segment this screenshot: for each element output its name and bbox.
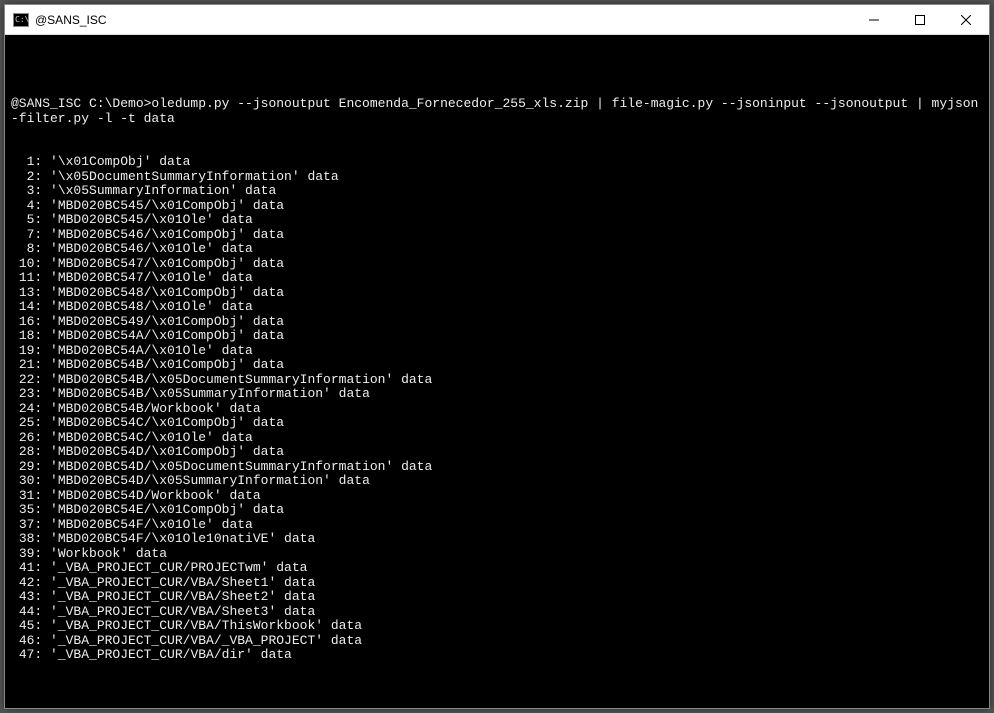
output-row: 41: '_VBA_PROJECT_CUR/PROJECTwm' data: [11, 561, 983, 576]
maximize-icon: [915, 15, 925, 25]
window-controls: [851, 5, 989, 35]
output-row: 1: '\x01CompObj' data: [11, 155, 983, 170]
title-left: C:\ @SANS_ISC: [5, 13, 851, 27]
output-row: 10: 'MBD020BC547/\x01CompObj' data: [11, 257, 983, 272]
output-row: 13: 'MBD020BC548/\x01CompObj' data: [11, 286, 983, 301]
output-row: 44: '_VBA_PROJECT_CUR/VBA/Sheet3' data: [11, 605, 983, 620]
output-row: 39: 'Workbook' data: [11, 547, 983, 562]
output-row: 37: 'MBD020BC54F/\x01Ole' data: [11, 518, 983, 533]
output-row: 2: '\x05DocumentSummaryInformation' data: [11, 170, 983, 185]
output-row: 35: 'MBD020BC54E/\x01CompObj' data: [11, 503, 983, 518]
minimize-button[interactable]: [851, 5, 897, 35]
output-row: 29: 'MBD020BC54D/\x05DocumentSummaryInfo…: [11, 460, 983, 475]
command-line: @SANS_ISC C:\Demo>oledump.py --jsonoutpu…: [11, 97, 983, 126]
cmd-icon: C:\: [13, 13, 29, 27]
output-row: 42: '_VBA_PROJECT_CUR/VBA/Sheet1' data: [11, 576, 983, 591]
close-button[interactable]: [943, 5, 989, 35]
output-row: 46: '_VBA_PROJECT_CUR/VBA/_VBA_PROJECT' …: [11, 634, 983, 649]
minimize-icon: [869, 15, 879, 25]
output-row: 18: 'MBD020BC54A/\x01CompObj' data: [11, 329, 983, 344]
output-row: 4: 'MBD020BC545/\x01CompObj' data: [11, 199, 983, 214]
output-row: 47: '_VBA_PROJECT_CUR/VBA/dir' data: [11, 648, 983, 663]
output-row: 14: 'MBD020BC548/\x01Ole' data: [11, 300, 983, 315]
terminal-window: C:\ @SANS_ISC @SANS_ISC C:\Demo>oledump.…: [4, 4, 990, 709]
output-row: 7: 'MBD020BC546/\x01CompObj' data: [11, 228, 983, 243]
output-row: 16: 'MBD020BC549/\x01CompObj' data: [11, 315, 983, 330]
output-row: 45: '_VBA_PROJECT_CUR/VBA/ThisWorkbook' …: [11, 619, 983, 634]
output-row: 8: 'MBD020BC546/\x01Ole' data: [11, 242, 983, 257]
output-row: 22: 'MBD020BC54B/\x05DocumentSummaryInfo…: [11, 373, 983, 388]
output-row: 5: 'MBD020BC545/\x01Ole' data: [11, 213, 983, 228]
output-row: 26: 'MBD020BC54C/\x01Ole' data: [11, 431, 983, 446]
output-row: 3: '\x05SummaryInformation' data: [11, 184, 983, 199]
output-row: 11: 'MBD020BC547/\x01Ole' data: [11, 271, 983, 286]
close-icon: [961, 15, 971, 25]
titlebar[interactable]: C:\ @SANS_ISC: [5, 5, 989, 35]
output-row: 43: '_VBA_PROJECT_CUR/VBA/Sheet2' data: [11, 590, 983, 605]
terminal-body[interactable]: @SANS_ISC C:\Demo>oledump.py --jsonoutpu…: [5, 35, 989, 708]
window-title: @SANS_ISC: [35, 13, 107, 27]
output-row: 24: 'MBD020BC54B/Workbook' data: [11, 402, 983, 417]
output-row: 28: 'MBD020BC54D/\x01CompObj' data: [11, 445, 983, 460]
output-rows: 1: '\x01CompObj' data 2: '\x05DocumentSu…: [11, 155, 983, 663]
output-row: 21: 'MBD020BC54B/\x01CompObj' data: [11, 358, 983, 373]
maximize-button[interactable]: [897, 5, 943, 35]
output-row: 31: 'MBD020BC54D/Workbook' data: [11, 489, 983, 504]
output-row: 23: 'MBD020BC54B/\x05SummaryInformation'…: [11, 387, 983, 402]
output-row: 30: 'MBD020BC54D/\x05SummaryInformation'…: [11, 474, 983, 489]
output-row: 38: 'MBD020BC54F/\x01Ole10natiVE' data: [11, 532, 983, 547]
output-row: 19: 'MBD020BC54A/\x01Ole' data: [11, 344, 983, 359]
output-row: 25: 'MBD020BC54C/\x01CompObj' data: [11, 416, 983, 431]
